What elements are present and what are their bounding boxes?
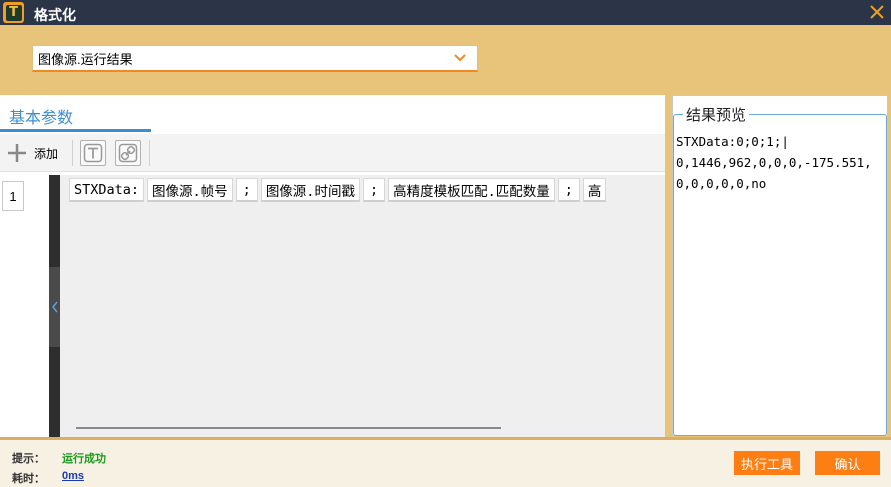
basic-params-panel: 基本参数 添加 1 STXData: 图像源.帧号 ; 图像源.时间戳 ; 高精…: [0, 95, 665, 437]
time-value[interactable]: 0ms: [62, 470, 84, 482]
chevron-down-icon: [454, 54, 466, 62]
horizontal-scrollbar[interactable]: [76, 427, 501, 429]
hint-value: 运行成功: [62, 453, 106, 465]
toolbar-divider: [72, 140, 73, 166]
chevron-left-icon: [51, 301, 58, 313]
result-preview-panel: 结果预览 STXData:0;0;1;| 0,1446,962,0,0,0,-1…: [672, 95, 888, 436]
toolbar: 添加: [0, 134, 665, 172]
chip-separator[interactable]: ;: [557, 178, 580, 202]
result-preview-title: 结果预览: [683, 104, 750, 125]
confirm-button[interactable]: 确认: [815, 451, 880, 475]
toolbar-divider: [149, 140, 150, 166]
chip-variable[interactable]: 高: [582, 178, 607, 202]
chip-text[interactable]: STXData:: [69, 178, 145, 202]
title-bar: T 格式化: [0, 0, 891, 25]
footer: 提示： 运行成功 耗时： 0ms 执行工具 确认: [0, 440, 891, 487]
link-icon[interactable]: [115, 140, 141, 166]
result-preview-text[interactable]: STXData:0;0;1;| 0,1446,962,0,0,0,-175.55…: [676, 131, 884, 194]
chip-variable[interactable]: 高精度模板匹配.匹配数量: [388, 178, 555, 202]
tab-basic-params[interactable]: 基本参数: [9, 104, 73, 128]
time-label: 耗时：: [12, 473, 45, 485]
format-edit-area[interactable]: STXData: 图像源.帧号 ; 图像源.时间戳 ; 高精度模板匹配.匹配数量…: [60, 175, 665, 437]
row-index[interactable]: 1: [2, 181, 24, 211]
source-select-value: 图像源.运行结果: [38, 51, 133, 67]
format-chips: STXData: 图像源.帧号 ; 图像源.时间戳 ; 高精度模板匹配.匹配数量…: [69, 178, 607, 202]
text-icon[interactable]: [80, 140, 106, 166]
window-title: 格式化: [34, 7, 76, 23]
source-select[interactable]: 图像源.运行结果: [32, 45, 478, 72]
tab-underline: [0, 129, 151, 132]
chip-variable[interactable]: 图像源.帧号: [147, 178, 233, 202]
plus-icon: [8, 144, 26, 162]
text-format-icon: T: [3, 2, 24, 23]
chip-separator[interactable]: ;: [235, 178, 258, 202]
add-button-label: 添加: [34, 146, 59, 161]
close-icon[interactable]: [867, 2, 887, 22]
add-button[interactable]: 添加: [6, 142, 58, 164]
hint-label: 提示：: [12, 453, 45, 465]
run-tool-button[interactable]: 执行工具: [734, 451, 800, 475]
chip-variable[interactable]: 图像源.时间戳: [260, 178, 360, 202]
collapse-handle[interactable]: [49, 267, 60, 347]
chip-separator[interactable]: ;: [362, 178, 386, 202]
